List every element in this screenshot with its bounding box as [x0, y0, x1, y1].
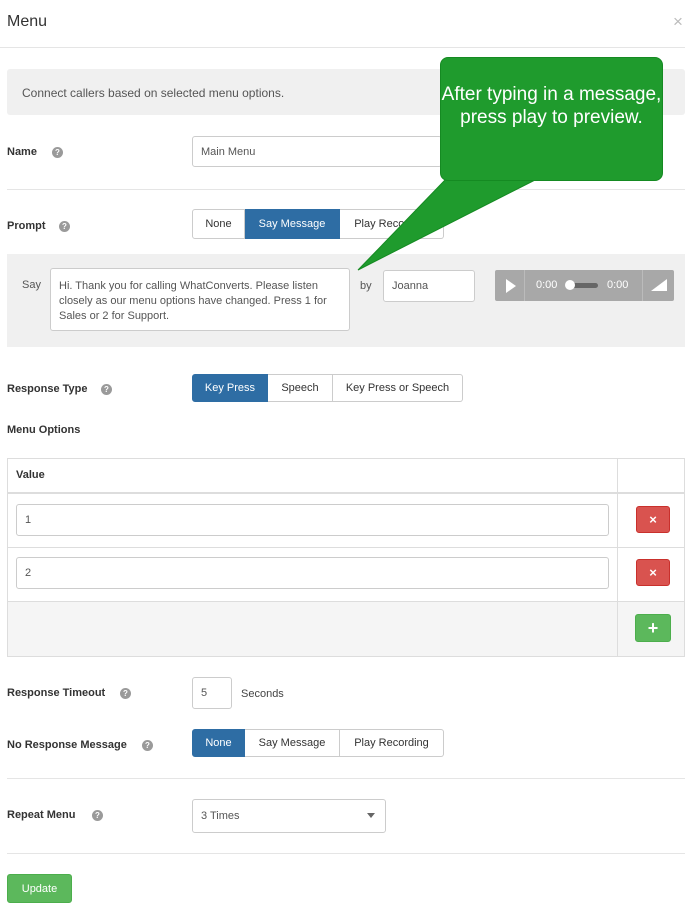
volume-icon[interactable]	[642, 270, 674, 301]
say-label: Say	[22, 279, 41, 291]
response-option-speech[interactable]: Speech	[268, 374, 333, 402]
menu-option-value-input[interactable]: 1	[16, 504, 609, 536]
repeat-menu-value: 3 Times	[201, 810, 240, 822]
row-line	[8, 547, 684, 548]
repeat-menu-help-icon[interactable]: ?	[92, 810, 103, 821]
response-type-label: Response Type	[7, 383, 88, 395]
no-response-options: None Say Message Play Recording	[192, 729, 444, 757]
no-response-option-say-message[interactable]: Say Message	[245, 729, 340, 757]
prompt-option-none[interactable]: None	[192, 209, 245, 239]
delete-option-button[interactable]: ×	[636, 506, 670, 533]
audio-current-time: 0:00	[536, 279, 558, 291]
row-line	[8, 601, 684, 602]
column-header-value: Value	[16, 469, 45, 481]
say-message-textarea[interactable]: Hi. Thank you for calling WhatConverts. …	[50, 268, 350, 331]
prompt-label: Prompt	[7, 220, 46, 232]
prompt-option-say-message[interactable]: Say Message	[245, 209, 340, 239]
response-type-options: Key Press Speech Key Press or Speech	[192, 374, 463, 402]
divider	[7, 853, 685, 854]
response-timeout-input[interactable]: 5	[192, 677, 232, 709]
info-text: Connect callers based on selected menu o…	[22, 86, 285, 100]
menu-option-value-input[interactable]: 2	[16, 557, 609, 589]
divider	[7, 778, 685, 779]
no-response-help-icon[interactable]: ?	[142, 740, 153, 751]
update-button[interactable]: Update	[7, 874, 72, 903]
header-divider	[0, 47, 685, 48]
delete-option-button[interactable]: ×	[636, 559, 670, 586]
add-option-button[interactable]: +	[635, 614, 671, 642]
header-row-line	[8, 492, 684, 494]
close-icon[interactable]: ×	[673, 12, 685, 32]
callout-annotation: After typing in a message, press play to…	[440, 57, 663, 181]
audio-progress-knob[interactable]	[565, 280, 575, 290]
prompt-help-icon[interactable]: ?	[59, 221, 70, 232]
response-timeout-label: Response Timeout	[7, 687, 106, 699]
add-row	[8, 602, 684, 656]
name-input[interactable]: Main Menu	[192, 136, 442, 167]
no-response-option-play-recording[interactable]: Play Recording	[340, 729, 444, 757]
dialog-title: Menu	[7, 13, 48, 30]
by-label: by	[360, 280, 372, 292]
name-help-icon[interactable]: ?	[52, 147, 63, 158]
column-line	[617, 459, 618, 656]
repeat-menu-select[interactable]: 3 Times	[192, 799, 386, 833]
divider	[7, 189, 685, 190]
menu-options-table: Value 1 × 2 × +	[7, 458, 685, 657]
name-label: Name	[7, 146, 37, 158]
audio-duration: 0:00	[607, 279, 629, 291]
timeout-unit: Seconds	[241, 688, 284, 700]
callout-pointer	[357, 179, 536, 271]
menu-options-label: Menu Options	[7, 424, 81, 436]
repeat-menu-label: Repeat Menu	[7, 809, 76, 821]
no-response-label: No Response Message	[7, 739, 127, 751]
chevron-down-icon	[367, 813, 375, 818]
response-type-help-icon[interactable]: ?	[101, 384, 112, 395]
response-option-key-press-or-speech[interactable]: Key Press or Speech	[333, 374, 463, 402]
response-timeout-help-icon[interactable]: ?	[120, 688, 131, 699]
response-option-key-press[interactable]: Key Press	[192, 374, 268, 402]
no-response-option-none[interactable]: None	[192, 729, 245, 757]
